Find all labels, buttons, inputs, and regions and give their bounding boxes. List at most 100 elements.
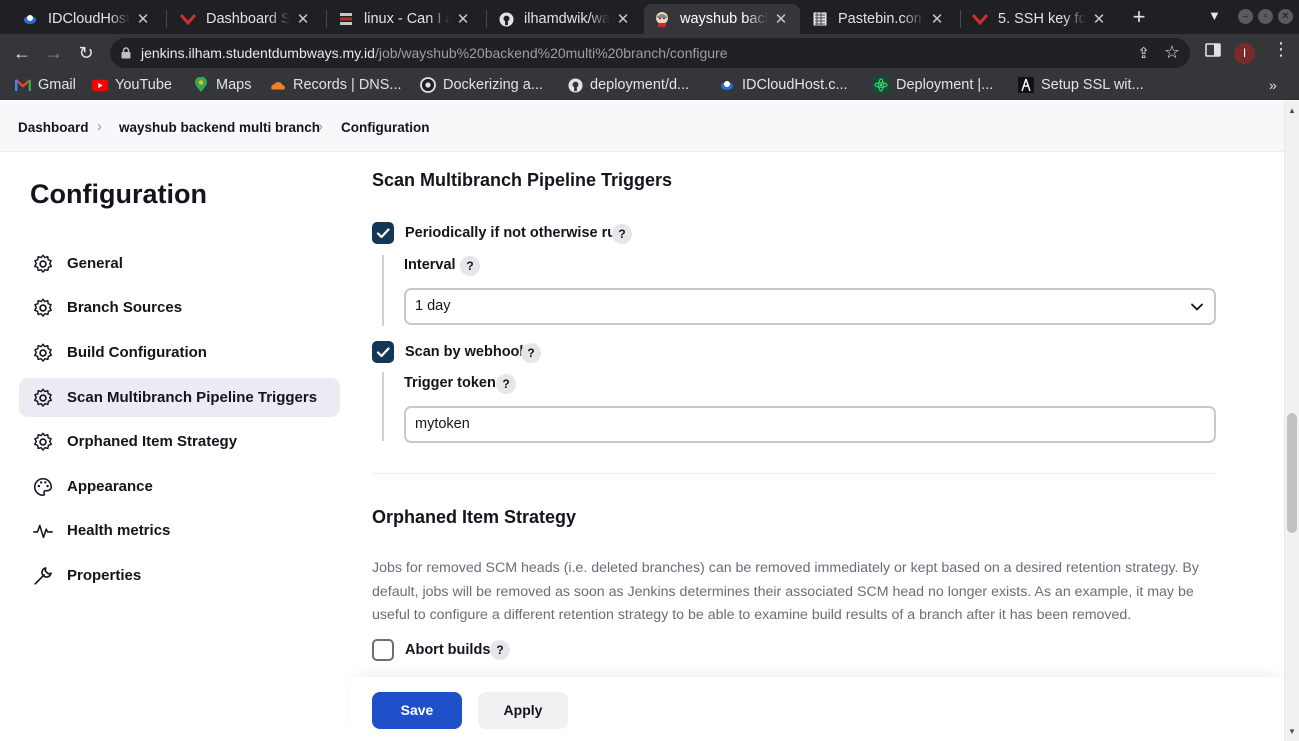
close-tab-icon[interactable]: ✕ (454, 10, 472, 28)
sidebar-item-properties[interactable]: Properties (19, 556, 340, 595)
side-panel-icon[interactable] (1205, 42, 1221, 63)
abort-builds-checkbox[interactable] (372, 639, 394, 661)
sidebar-item-label: Orphaned Item Strategy (67, 433, 238, 450)
bookmark-item[interactable]: Deployment |... (873, 77, 993, 93)
orphaned-description: Jobs for removed SCM heads (i.e. deleted… (372, 560, 1199, 623)
sidebar-item-appearance[interactable]: Appearance (19, 467, 340, 506)
ssl-icon (1018, 77, 1034, 93)
bookmark-label: Records | DNS... (293, 77, 402, 93)
maps-icon (193, 77, 209, 93)
help-icon[interactable]: ? (612, 224, 632, 244)
url-host: jenkins.ilham.studentdumbways.my.id (141, 45, 375, 61)
bookmark-item[interactable]: Maps (193, 77, 251, 93)
webhook-label[interactable]: Scan by webhook (405, 344, 527, 360)
youtube-icon (92, 77, 108, 93)
bookmark-item[interactable]: IDCloudHost.c... (719, 77, 848, 93)
sidebar-item-build-configuration[interactable]: Build Configuration (19, 333, 340, 372)
bookmark-item[interactable]: Dockerizing a... (420, 77, 543, 93)
docker-icon (420, 77, 436, 93)
interval-select-value: 1 day (415, 298, 451, 314)
ssh-favicon (972, 11, 988, 27)
abort-builds-label[interactable]: Abort builds (405, 642, 490, 658)
scroll-down-icon[interactable]: ▼ (1288, 727, 1296, 736)
sidebar-item-label: Scan Multibranch Pipeline Triggers (67, 389, 318, 406)
close-tab-icon[interactable]: ✕ (772, 10, 790, 28)
browser-tab[interactable]: 5. SSH key for ✕ (962, 4, 1118, 34)
tab-separator (166, 10, 167, 28)
chevron-down-icon (1191, 303, 1203, 311)
browser-tab[interactable]: IDCloudHost.c ✕ (12, 4, 162, 34)
bookmark-item[interactable]: Gmail (15, 77, 76, 93)
gear-icon (32, 431, 54, 453)
close-tab-icon[interactable]: ✕ (294, 10, 312, 28)
save-button[interactable]: Save (372, 692, 462, 729)
help-icon[interactable]: ? (496, 374, 516, 394)
sidebar-item-health-metrics[interactable]: Health metrics (19, 511, 340, 550)
browser-tab[interactable]: Pastebin.com ✕ (802, 4, 956, 34)
tab-search-icon[interactable]: ▼ (1208, 8, 1221, 23)
share-icon[interactable]: ⇪ (1137, 44, 1150, 62)
gear-icon (32, 387, 54, 409)
sidebar-item-label: Branch Sources (67, 299, 183, 316)
page-scrollbar[interactable]: ▲ ▼ (1284, 101, 1299, 741)
bookmarks-overflow-icon[interactable]: » (1269, 77, 1277, 93)
bookmark-star-icon[interactable]: ☆ (1164, 42, 1180, 63)
bookmark-label: Gmail (38, 77, 76, 93)
browser-tab-title: linux - Can I au (364, 11, 450, 27)
trigger-token-input[interactable]: mytoken (404, 406, 1216, 443)
browser-tab-title: Pastebin.com (838, 11, 924, 27)
browser-tab-strip: IDCloudHost.c ✕ Dashboard Si ✕ linux - C… (0, 0, 1299, 34)
trigger-token-value: mytoken (415, 416, 470, 432)
address-url: jenkins.ilham.studentdumbways.my.id/job/… (141, 45, 728, 61)
chevron-right-icon: › (97, 118, 102, 135)
browser-tab-active[interactable]: wayshub back ✕ (644, 4, 800, 34)
sidebar-item-general[interactable]: General (19, 244, 340, 283)
breadcrumb-configuration[interactable]: Configuration (341, 120, 429, 135)
trigger-token-label: Trigger token (404, 375, 496, 391)
minimize-window-icon[interactable]: – (1238, 9, 1253, 24)
forward-arrow-icon[interactable]: → (42, 41, 66, 65)
react-icon (873, 77, 889, 93)
close-tab-icon[interactable]: ✕ (614, 10, 632, 28)
bookmark-item[interactable]: Records | DNS... (270, 77, 402, 93)
periodic-label[interactable]: Periodically if not otherwise run (405, 225, 625, 241)
breadcrumb-job[interactable]: wayshub backend multi branch (119, 120, 320, 135)
apply-button[interactable]: Apply (478, 692, 568, 729)
gmail-icon (15, 77, 31, 93)
close-tab-icon[interactable]: ✕ (1090, 10, 1108, 28)
profile-avatar[interactable]: I (1234, 43, 1255, 64)
gear-icon (32, 342, 54, 364)
breadcrumb-dashboard[interactable]: Dashboard (18, 120, 89, 135)
tab-separator (326, 10, 327, 28)
reload-icon[interactable]: ↻ (74, 41, 98, 65)
address-bar[interactable]: jenkins.ilham.studentdumbways.my.id/job/… (110, 38, 1190, 68)
close-tab-icon[interactable]: ✕ (134, 10, 152, 28)
browser-menu-icon[interactable]: ⋮ (1272, 39, 1290, 60)
help-icon[interactable]: ? (490, 640, 510, 660)
lock-icon (121, 47, 131, 59)
periodic-checkbox[interactable] (372, 222, 394, 244)
webhook-checkbox[interactable] (372, 341, 394, 363)
new-tab-button[interactable]: + (1127, 6, 1151, 30)
browser-tab[interactable]: ilhamdwik/wa ✕ (488, 4, 642, 34)
help-icon[interactable]: ? (521, 343, 541, 363)
help-icon[interactable]: ? (460, 256, 480, 276)
close-window-icon[interactable]: ✕ (1278, 9, 1293, 24)
scroll-up-icon[interactable]: ▲ (1288, 106, 1296, 115)
interval-select[interactable]: 1 day (404, 288, 1216, 325)
pastebin-favicon (812, 11, 828, 27)
bookmark-item[interactable]: deployment/d... (567, 77, 689, 93)
close-tab-icon[interactable]: ✕ (928, 10, 946, 28)
sidebar-item-branch-sources[interactable]: Branch Sources (19, 288, 340, 327)
browser-tab[interactable]: linux - Can I au ✕ (328, 4, 482, 34)
dashboard-favicon (180, 11, 196, 27)
back-arrow-icon[interactable]: ← (10, 41, 34, 65)
sidebar-item-scan-triggers[interactable]: Scan Multibranch Pipeline Triggers (19, 378, 340, 417)
bookmark-item[interactable]: YouTube (92, 77, 172, 93)
bookmark-item[interactable]: Setup SSL wit... (1018, 77, 1144, 93)
maximize-window-icon[interactable]: ▫ (1258, 9, 1273, 24)
sidebar-item-orphaned-item-strategy[interactable]: Orphaned Item Strategy (19, 422, 340, 461)
scrollbar-thumb[interactable] (1287, 413, 1297, 533)
jenkins-page: Dashboard › wayshub backend multi branch… (0, 101, 1299, 741)
browser-tab[interactable]: Dashboard Si ✕ (170, 4, 322, 34)
